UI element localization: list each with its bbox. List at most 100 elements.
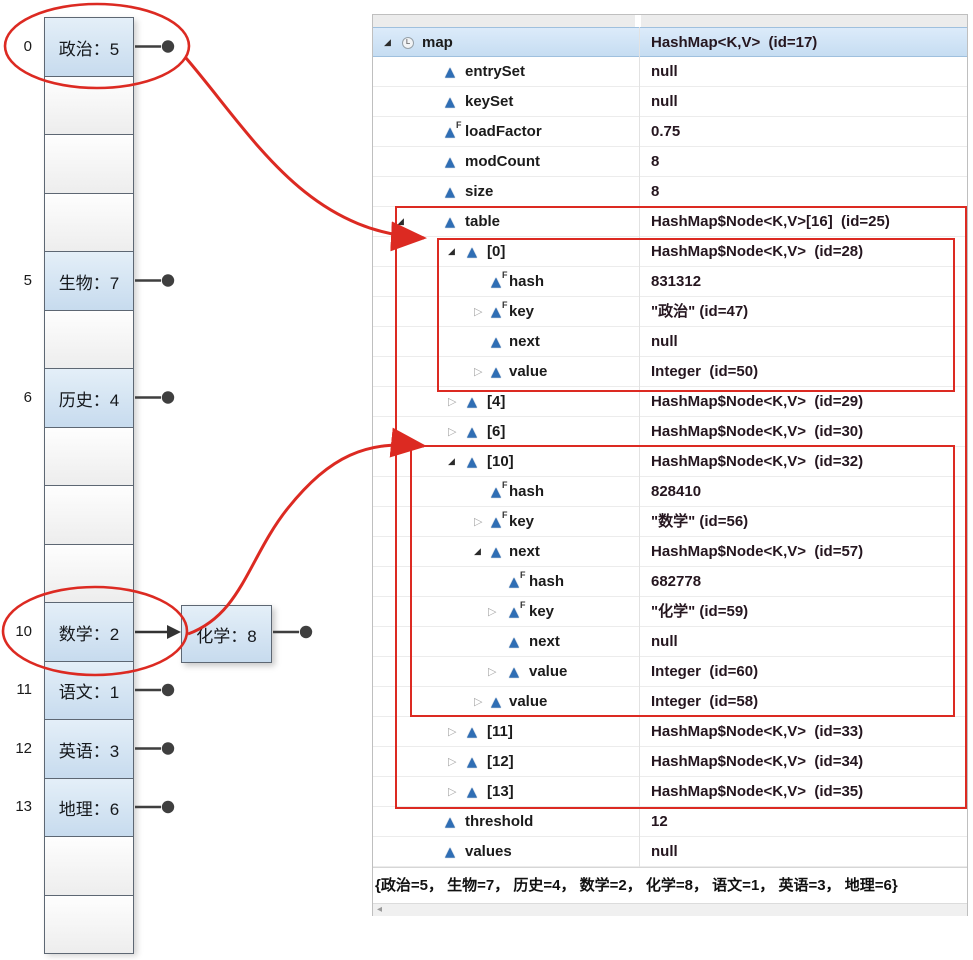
expander-open-icon[interactable]: ◢ (474, 537, 481, 567)
field-icon: ▲ (491, 357, 501, 387)
pointer-lines (135, 40, 174, 813)
field-icon: ▲ (467, 717, 477, 747)
var-row-6[interactable]: ▷▲[6]HashMap$Node<K,V> (id=30) (373, 417, 967, 447)
array-slot: 历史：4 (44, 368, 134, 428)
expander-open-icon[interactable]: ◢ (448, 237, 455, 267)
expander-closed-icon[interactable]: ▷ (488, 597, 496, 627)
var-row-hash[interactable]: ▲Fhash831312 (373, 267, 967, 297)
var-row-table[interactable]: ◢▲tableHashMap$Node<K,V>[16] (id=25) (373, 207, 967, 237)
array-slot: 生物：7 (44, 251, 134, 311)
variables-view: ◢LmapHashMap<K,V> (id=17)▲entrySetnull▲k… (372, 14, 968, 916)
slot-index: 6 (2, 389, 32, 406)
variable-value: HashMap$Node<K,V> (id=35) (651, 777, 863, 807)
field-icon: ▲ (467, 387, 477, 417)
field-icon: ▲ (509, 657, 519, 687)
variable-name: map (422, 28, 453, 58)
var-row-keySet[interactable]: ▲keySetnull (373, 87, 967, 117)
var-row-next[interactable]: ◢▲nextHashMap$Node<K,V> (id=57) (373, 537, 967, 567)
variables-tree[interactable]: ◢LmapHashMap<K,V> (id=17)▲entrySetnull▲k… (373, 27, 967, 867)
var-row-size[interactable]: ▲size8 (373, 177, 967, 207)
variable-value: HashMap$Node<K,V> (id=32) (651, 447, 863, 477)
array-slot (44, 895, 134, 954)
variable-value: Integer (id=58) (651, 687, 758, 717)
variable-value: "化学" (id=59) (651, 597, 748, 627)
final-field-marker: F (502, 480, 508, 490)
variable-name: next (529, 627, 560, 657)
slot-label: 地理：6 (59, 795, 119, 820)
field-icon: ▲ (491, 687, 501, 717)
expander-open-icon[interactable]: ◢ (448, 447, 455, 477)
hashmap-debug-figure: 政治：5生物：7历史：4数学：2语文：1英语：3地理：6 05610111213… (0, 0, 973, 960)
var-row-values[interactable]: ▲valuesnull (373, 837, 967, 867)
var-row-12[interactable]: ▷▲[12]HashMap$Node<K,V> (id=34) (373, 747, 967, 777)
scroll-left-icon[interactable]: ◂ (377, 903, 382, 916)
variable-value: HashMap$Node<K,V> (id=28) (651, 237, 863, 267)
array-slot (44, 193, 134, 252)
expander-closed-icon[interactable]: ▷ (448, 747, 456, 777)
var-row-4[interactable]: ▷▲[4]HashMap$Node<K,V> (id=29) (373, 387, 967, 417)
slot-index: 11 (2, 681, 32, 698)
var-row-11[interactable]: ▷▲[11]HashMap$Node<K,V> (id=33) (373, 717, 967, 747)
var-row-map[interactable]: ◢LmapHashMap<K,V> (id=17) (373, 27, 967, 57)
final-field-marker: F (520, 570, 526, 580)
slot-index: 10 (2, 623, 32, 640)
variable-value: null (651, 327, 678, 357)
variable-value: "政治" (id=47) (651, 297, 748, 327)
var-row-value[interactable]: ▷▲valueInteger (id=60) (373, 657, 967, 687)
expander-closed-icon[interactable]: ▷ (448, 777, 456, 807)
expander-closed-icon[interactable]: ▷ (448, 387, 456, 417)
variable-value: null (651, 87, 678, 117)
expander-closed-icon[interactable]: ▷ (448, 717, 456, 747)
var-row-next[interactable]: ▲nextnull (373, 627, 967, 657)
var-row-0[interactable]: ◢▲[0]HashMap$Node<K,V> (id=28) (373, 237, 967, 267)
expander-closed-icon[interactable]: ▷ (474, 297, 482, 327)
final-field-marker: F (456, 120, 462, 130)
var-row-key[interactable]: ▷▲Fkey"化学" (id=59) (373, 597, 967, 627)
variable-name: loadFactor (465, 117, 542, 147)
expander-open-icon[interactable]: ◢ (384, 28, 391, 58)
variable-value: Integer (id=50) (651, 357, 758, 387)
var-row-loadFactor[interactable]: ▲FloadFactor0.75 (373, 117, 967, 147)
hash-array: 政治：5生物：7历史：4数学：2语文：1英语：3地理：6 (44, 17, 134, 953)
variable-value: 828410 (651, 477, 701, 507)
var-row-next[interactable]: ▲nextnull (373, 327, 967, 357)
variable-name: [12] (487, 747, 514, 777)
slot-index: 12 (2, 740, 32, 757)
detail-pane[interactable]: {政治=5， 生物=7， 历史=4， 数学=2， 化学=8， 语文=1， 英语=… (373, 867, 967, 903)
var-row-key[interactable]: ▷▲Fkey"政治" (id=47) (373, 297, 967, 327)
final-field-marker: F (502, 270, 508, 280)
expander-closed-icon[interactable]: ▷ (488, 657, 496, 687)
horizontal-scrollbar[interactable]: ◂ (373, 903, 967, 916)
variable-name: value (509, 357, 547, 387)
field-icon: ▲ (491, 507, 501, 537)
variable-name: table (465, 207, 500, 237)
var-row-hash[interactable]: ▲Fhash682778 (373, 567, 967, 597)
variable-name: key (509, 297, 534, 327)
variable-value: "数学" (id=56) (651, 507, 748, 537)
var-row-hash[interactable]: ▲Fhash828410 (373, 477, 967, 507)
expander-closed-icon[interactable]: ▷ (474, 357, 482, 387)
var-row-entrySet[interactable]: ▲entrySetnull (373, 57, 967, 87)
variable-name: key (529, 597, 554, 627)
var-row-modCount[interactable]: ▲modCount8 (373, 147, 967, 177)
variable-name: entrySet (465, 57, 525, 87)
variable-name: hash (529, 567, 564, 597)
variable-name: next (509, 537, 540, 567)
expander-closed-icon[interactable]: ▷ (448, 417, 456, 447)
var-row-threshold[interactable]: ▲threshold12 (373, 807, 967, 837)
variable-name: value (509, 687, 547, 717)
column-divider[interactable] (639, 27, 640, 867)
expander-open-icon[interactable]: ◢ (397, 207, 404, 237)
var-row-value[interactable]: ▷ ▲ value Integer (id=58) (373, 687, 967, 717)
variable-name: hash (509, 267, 544, 297)
var-row-value[interactable]: ▷ ▲ value Integer (id=50) (373, 357, 967, 387)
variable-name: [6] (487, 417, 505, 447)
variable-name: [0] (487, 237, 505, 267)
var-row-13[interactable]: ▷▲[13]HashMap$Node<K,V> (id=35) (373, 777, 967, 807)
expander-closed-icon[interactable]: ▷ (474, 507, 482, 537)
var-row-key[interactable]: ▷▲Fkey"数学" (id=56) (373, 507, 967, 537)
expander-closed-icon[interactable]: ▷ (474, 687, 482, 717)
field-icon: ▲ (445, 207, 455, 237)
variable-name: [10] (487, 447, 514, 477)
var-row-10[interactable]: ◢▲[10]HashMap$Node<K,V> (id=32) (373, 447, 967, 477)
